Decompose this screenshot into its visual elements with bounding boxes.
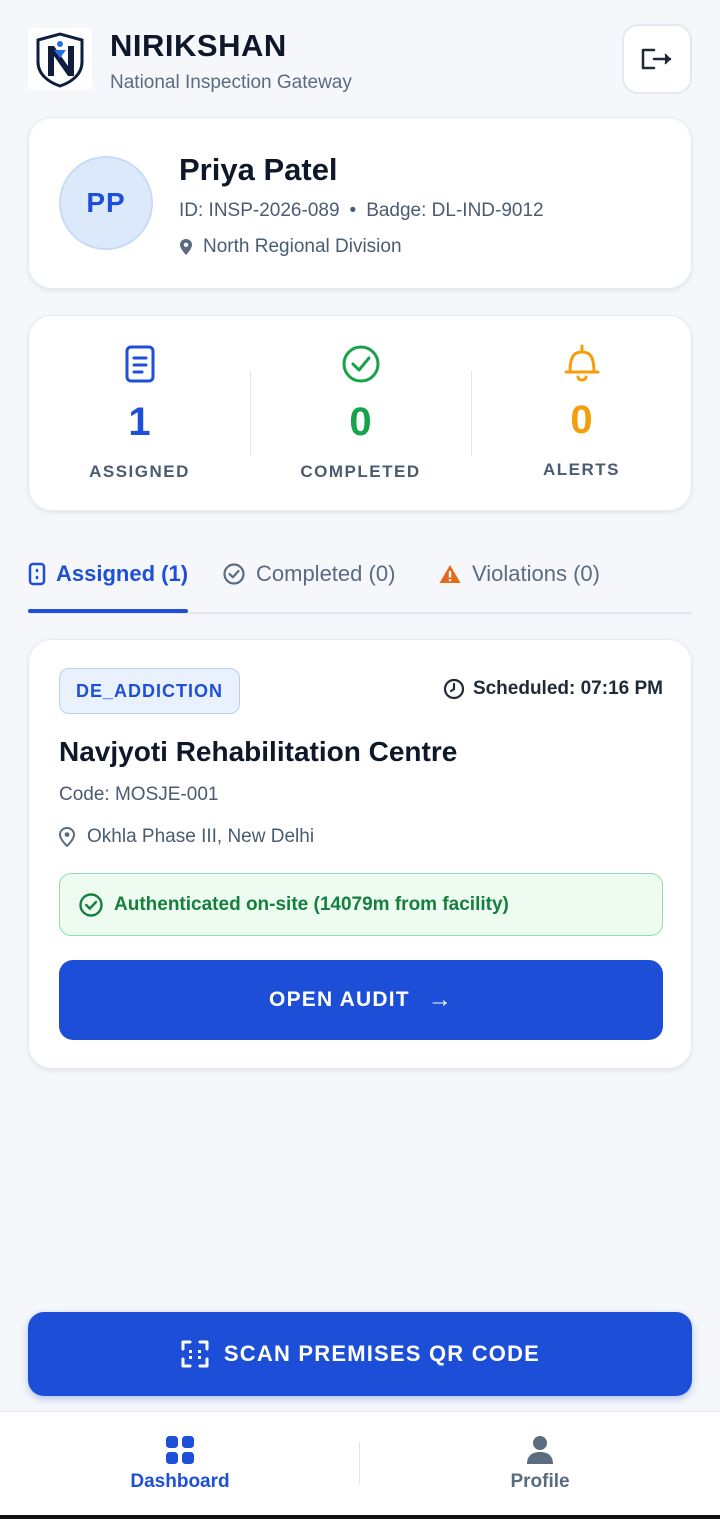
stat-completed[interactable]: 0 COMPLETED	[250, 316, 471, 512]
scheduled-time: Scheduled: 07:16 PM	[443, 678, 663, 700]
logout-icon	[641, 48, 672, 70]
nav-dashboard-label: Dashboard	[130, 1471, 230, 1492]
stats-card: 1 ASSIGNED 0 COMPLETED 0 ALERTS	[28, 315, 692, 511]
stat-alerts-label: ALERTS	[543, 460, 620, 479]
nav-profile-label: Profile	[510, 1471, 570, 1492]
nav-profile[interactable]: Profile	[360, 1412, 720, 1516]
avatar: PP	[59, 156, 153, 250]
location-pin-icon	[180, 239, 192, 255]
tab-completed-label: Completed (0)	[256, 561, 396, 586]
check-circle-icon	[223, 563, 245, 585]
authentication-text: Authenticated on-site (14079m from facil…	[114, 893, 509, 915]
inspector-ids: ID: INSP-2026-089 • Badge: DL-IND-9012	[179, 200, 544, 222]
stat-completed-label: COMPLETED	[300, 462, 421, 481]
facility-location: Okhla Phase III, New Delhi	[59, 826, 314, 848]
facility-code: Code: MOSJE-001	[59, 784, 219, 805]
inspector-id: ID: INSP-2026-089	[179, 200, 340, 221]
authentication-status: Authenticated on-site (14079m from facil…	[59, 873, 663, 936]
stat-assigned-value: 1	[128, 400, 151, 444]
bottom-navigation: Dashboard Profile	[0, 1411, 720, 1515]
inspector-division: North Regional Division	[203, 236, 402, 257]
scan-qr-label: SCAN PREMISES QR CODE	[223, 1341, 541, 1366]
app-title: NIRIKSHAN	[110, 28, 287, 63]
clipboard-icon	[125, 345, 154, 383]
nirikshan-shield-logo	[28, 28, 92, 90]
active-tab-indicator	[28, 609, 188, 613]
dashboard-grid-icon	[166, 1436, 194, 1464]
separator-dot: •	[349, 200, 357, 221]
inspector-badge: Badge: DL-IND-9012	[366, 200, 544, 221]
app-subtitle: National Inspection Gateway	[110, 72, 352, 93]
bell-icon	[564, 344, 599, 382]
open-audit-label: OPEN AUDIT	[269, 988, 410, 1011]
stat-alerts-value: 0	[570, 398, 593, 442]
check-circle-icon	[79, 892, 103, 917]
location-pin-icon	[59, 827, 75, 847]
nav-dashboard[interactable]: Dashboard	[0, 1412, 360, 1516]
scheduled-time-text: Scheduled: 07:16 PM	[472, 678, 663, 699]
facility-name: Navjyoti Rehabilitation Centre	[59, 736, 458, 767]
stat-assigned[interactable]: 1 ASSIGNED	[29, 316, 250, 512]
scan-qr-button[interactable]: SCAN PREMISES QR CODE	[28, 1312, 692, 1396]
logout-button[interactable]	[622, 24, 692, 94]
qr-scan-icon	[181, 1340, 209, 1368]
tab-assigned[interactable]: Assigned (1)	[28, 548, 188, 612]
facility-address: Okhla Phase III, New Delhi	[87, 826, 315, 847]
check-circle-icon	[342, 345, 379, 383]
system-gesture-bar	[0, 1515, 720, 1519]
tab-completed[interactable]: Completed (0)	[222, 548, 395, 612]
inspector-name: Priya Patel	[179, 152, 338, 187]
person-icon	[527, 1436, 553, 1464]
category-badge: DE_ADDICTION	[59, 668, 241, 714]
stat-alerts[interactable]: 0 ALERTS	[471, 316, 692, 512]
clipboard-icon	[28, 562, 46, 586]
tab-assigned-label: Assigned (1)	[56, 561, 189, 586]
inspector-profile-card: PP Priya Patel ID: INSP-2026-089 • Badge: …	[28, 117, 692, 289]
tab-violations[interactable]: Violations (0)	[438, 548, 600, 612]
tab-violations-label: Violations (0)	[472, 561, 600, 586]
arrow-right-icon: →	[427, 986, 453, 1013]
open-audit-button[interactable]: OPEN AUDIT →	[59, 960, 663, 1040]
clock-icon	[443, 678, 465, 700]
stat-completed-value: 0	[349, 400, 372, 444]
warning-icon	[439, 565, 461, 583]
app-header: NIRIKSHAN National Inspection Gateway	[28, 24, 692, 96]
inspection-card[interactable]: DE_ADDICTION Scheduled: 07:16 PM Navjyot…	[28, 639, 692, 1069]
inspection-tabs: Assigned (1) Completed (0) Violations (0…	[28, 548, 692, 614]
dashboard-screen: NIRIKSHAN National Inspection Gateway PP…	[0, 0, 720, 1519]
stat-assigned-label: ASSIGNED	[89, 462, 190, 481]
inspector-location: North Regional Division	[179, 236, 402, 258]
